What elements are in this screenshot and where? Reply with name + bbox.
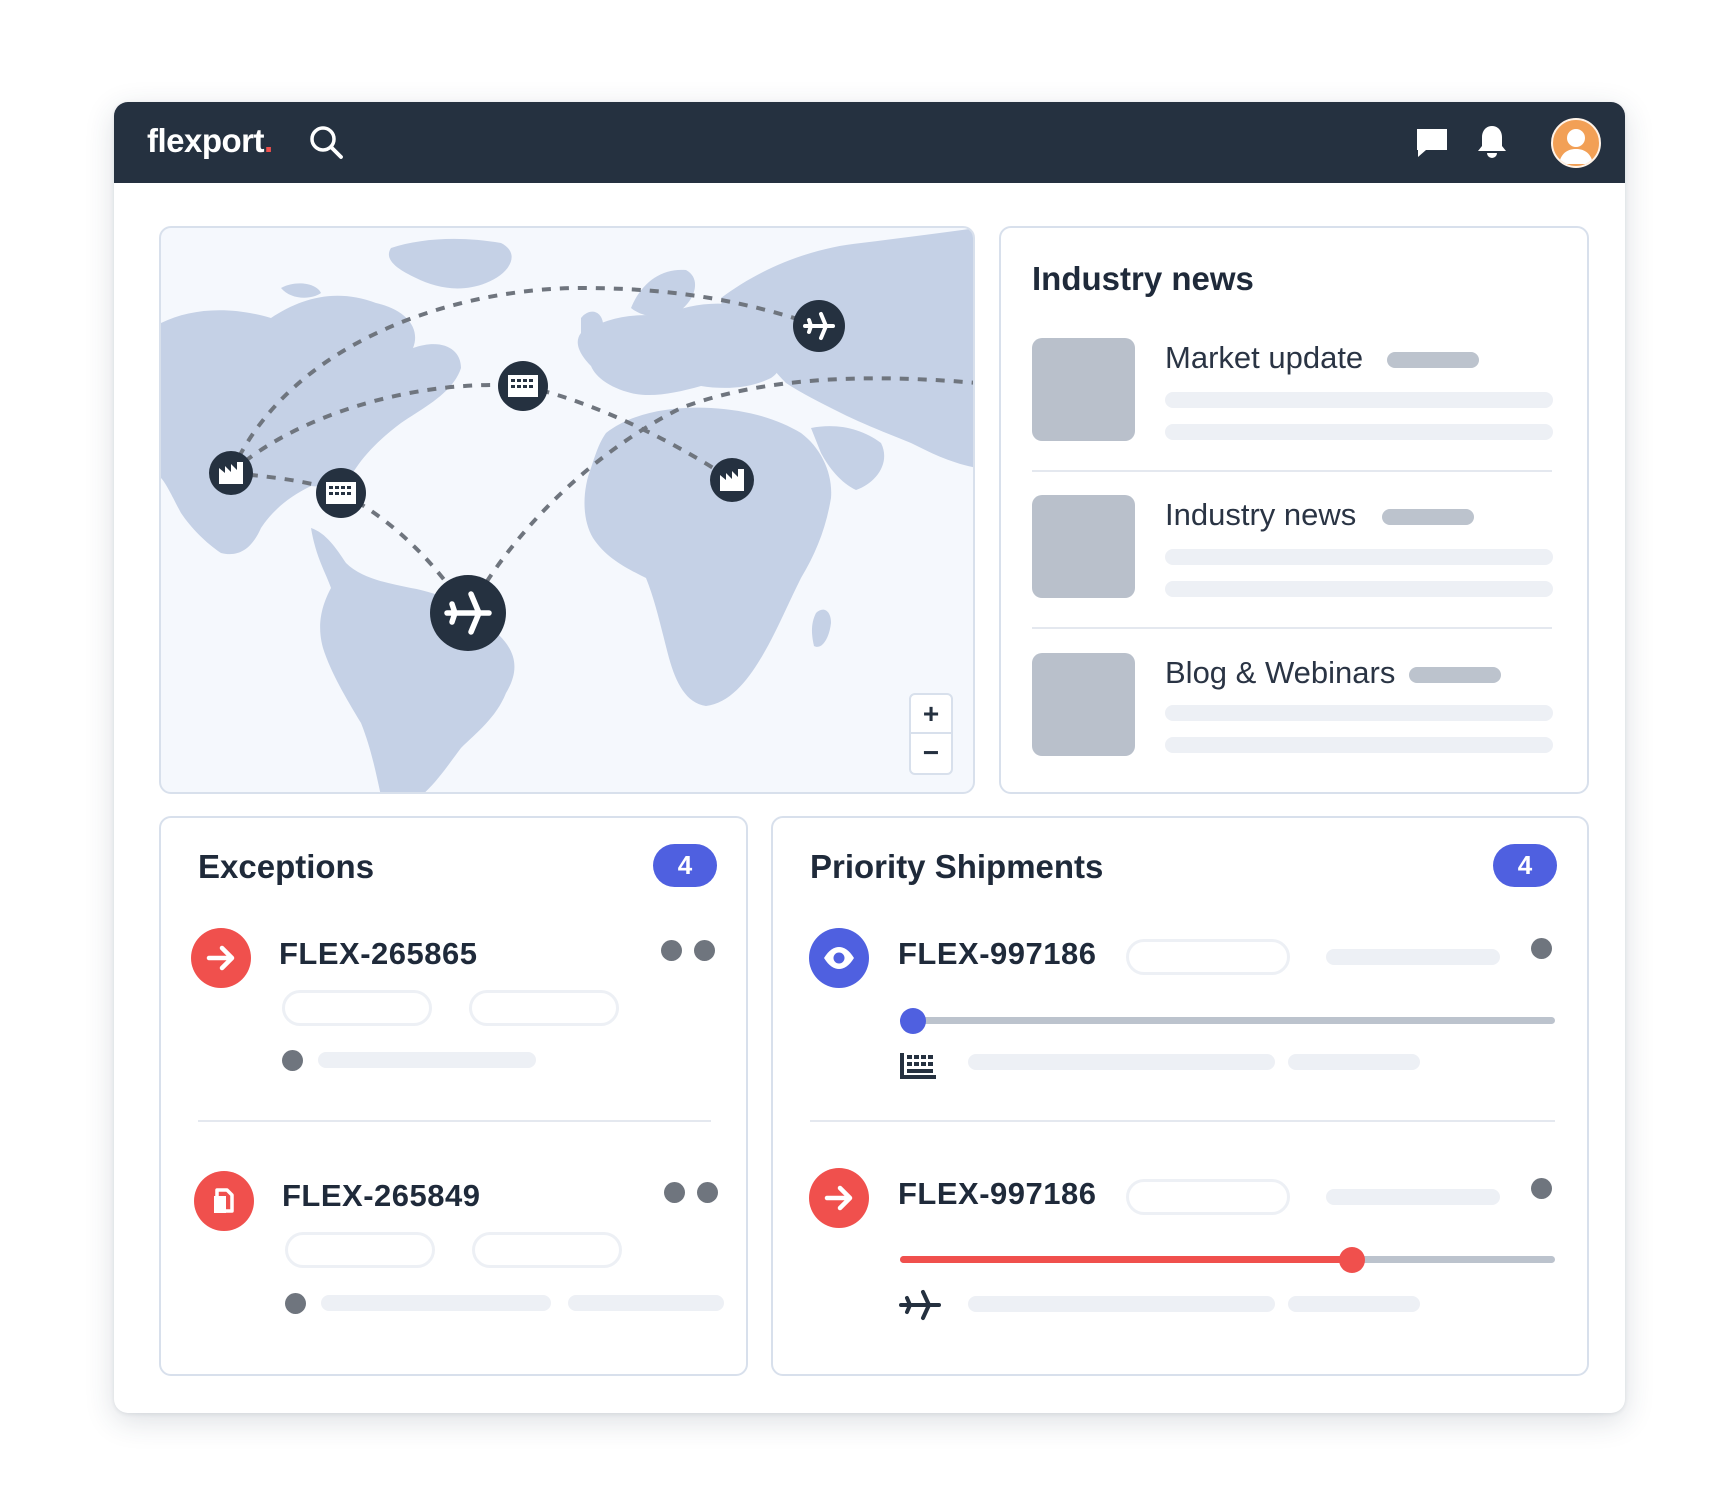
shipment-map[interactable]: + −	[159, 226, 975, 794]
arrow-right-icon	[824, 1185, 853, 1211]
progress-knob[interactable]	[1338, 1247, 1365, 1273]
user-silhouette-icon	[1559, 129, 1593, 164]
news-item-label: Blog & Webinars	[1165, 655, 1396, 690]
tag-placeholder	[282, 990, 432, 1026]
news-item-market-update[interactable]: Market update	[1032, 338, 1553, 448]
status-dot	[664, 1182, 685, 1203]
status-dot	[697, 1182, 718, 1203]
airplane-marker-asia[interactable]	[793, 300, 845, 352]
detail-text-placeholder	[968, 1296, 1275, 1312]
priority-shipment-id[interactable]: FLEX-997186	[898, 936, 1097, 972]
news-item-label: Market update	[1165, 340, 1364, 375]
news-thumbnail	[1032, 653, 1135, 756]
news-text-placeholder	[1165, 737, 1553, 753]
factory-marker-africa[interactable]	[710, 458, 754, 502]
tag-placeholder	[1126, 939, 1290, 975]
airplane-icon	[899, 1290, 941, 1320]
detail-text-placeholder	[968, 1054, 1275, 1070]
news-divider	[1032, 627, 1552, 629]
exceptions-divider	[198, 1120, 711, 1122]
top-navigation-bar: flexport.	[114, 102, 1625, 183]
news-tag-placeholder	[1387, 352, 1479, 368]
warehouse-icon	[900, 1053, 936, 1079]
exception-shipment-id[interactable]: FLEX-265849	[282, 1178, 481, 1214]
status-dot	[1531, 938, 1552, 959]
priority-shipments-panel: Priority Shipments 4 FLEX-997186 FLEX-99…	[771, 816, 1589, 1376]
news-text-placeholder	[1165, 705, 1553, 721]
madagascar-landmass	[811, 609, 831, 647]
exception-status-icon[interactable]	[191, 928, 251, 988]
priority-shipment-id[interactable]: FLEX-997186	[898, 1176, 1097, 1212]
priority-shipments-title: Priority Shipments	[810, 848, 1104, 885]
detail-text-placeholder	[1326, 1189, 1500, 1205]
news-text-placeholder	[1165, 392, 1553, 408]
detail-text-placeholder	[1288, 1296, 1420, 1312]
detail-text-placeholder	[1326, 949, 1500, 965]
news-text-placeholder	[1165, 549, 1553, 565]
detail-text-placeholder	[1288, 1054, 1420, 1070]
news-tag-placeholder	[1382, 509, 1474, 525]
news-panel-title: Industry news	[1032, 260, 1254, 297]
priority-status-icon[interactable]	[809, 928, 869, 988]
news-text-placeholder	[1165, 424, 1553, 440]
status-dot	[1531, 1178, 1552, 1199]
airplane-marker-brazil[interactable]	[430, 575, 506, 651]
detail-text-placeholder	[321, 1295, 551, 1311]
progress-fill	[900, 1256, 1352, 1263]
shipment-progress-bar	[900, 1247, 1555, 1273]
exceptions-count-badge: 4	[653, 844, 717, 887]
shipment-progress-bar	[900, 1008, 1555, 1034]
exceptions-panel: Exceptions 4 FLEX-265865 FLEX-265849	[159, 816, 748, 1376]
exceptions-title: Exceptions	[198, 848, 375, 885]
warehouse-marker-atlantic[interactable]	[498, 361, 548, 411]
progress-knob[interactable]	[900, 1008, 927, 1034]
news-thumbnail	[1032, 495, 1135, 598]
tag-placeholder	[469, 990, 619, 1026]
news-tag-placeholder	[1409, 667, 1501, 683]
world-map[interactable]	[161, 228, 975, 794]
priority-count-badge: 4	[1493, 844, 1557, 887]
status-dot	[285, 1293, 306, 1314]
document-icon	[214, 1188, 234, 1213]
greenland-landmass	[388, 238, 512, 289]
map-zoom-control: + −	[909, 693, 953, 775]
bell-icon[interactable]	[1476, 124, 1508, 160]
user-avatar[interactable]	[1551, 118, 1601, 168]
arctic-island	[281, 283, 321, 298]
status-dot	[661, 940, 682, 961]
flexport-logo[interactable]: flexport.	[147, 122, 273, 160]
priority-divider	[810, 1120, 1555, 1122]
zoom-out-button[interactable]: −	[911, 734, 951, 773]
news-item-industry-news[interactable]: Industry news	[1032, 495, 1553, 605]
zoom-in-button[interactable]: +	[911, 695, 951, 734]
news-divider	[1032, 470, 1552, 472]
priority-status-icon[interactable]	[809, 1168, 869, 1228]
tag-placeholder	[1126, 1179, 1290, 1215]
eye-icon	[824, 947, 854, 969]
chat-bubble-icon[interactable]	[1414, 126, 1450, 160]
status-dot	[282, 1050, 303, 1071]
arrow-right-icon	[206, 945, 235, 971]
detail-text-placeholder	[318, 1052, 536, 1068]
south-america-landmass	[311, 528, 515, 792]
tag-placeholder	[472, 1232, 622, 1268]
news-item-label: Industry news	[1165, 497, 1357, 532]
warehouse-marker-caribbean[interactable]	[316, 468, 366, 518]
detail-text-placeholder	[568, 1295, 724, 1311]
news-thumbnail	[1032, 338, 1135, 441]
industry-news-panel: Industry news Market update Industry new…	[999, 226, 1589, 794]
status-dot	[694, 940, 715, 961]
news-text-placeholder	[1165, 581, 1553, 597]
tag-placeholder	[285, 1232, 435, 1268]
app-window: flexport. + − Industry news Market updat…	[114, 102, 1625, 1413]
exception-shipment-id[interactable]: FLEX-265865	[279, 936, 478, 972]
factory-marker-americas[interactable]	[209, 451, 253, 495]
africa-landmass	[584, 407, 832, 706]
exception-status-icon[interactable]	[194, 1171, 254, 1231]
news-item-blog-webinars[interactable]: Blog & Webinars	[1032, 653, 1553, 763]
search-icon[interactable]	[308, 124, 344, 160]
